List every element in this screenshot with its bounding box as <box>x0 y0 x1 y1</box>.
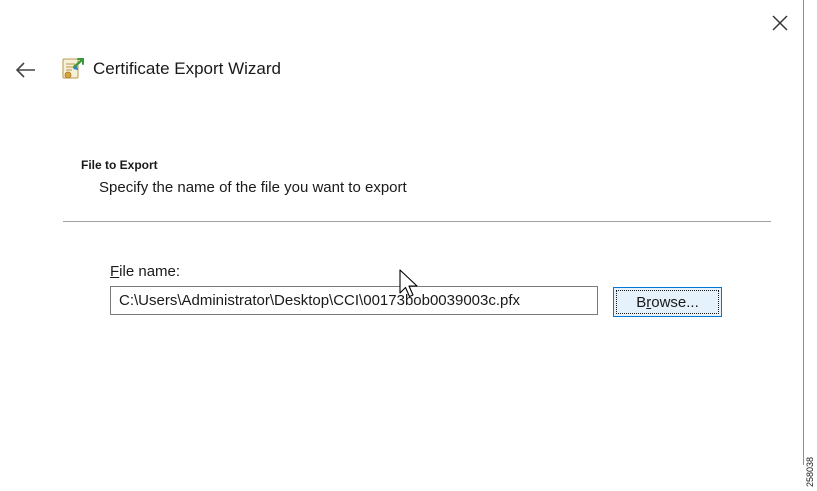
file-name-label: File name: <box>110 263 180 280</box>
certificate-wizard-icon <box>61 55 85 81</box>
certificate-export-wizard-dialog: Certificate Export Wizard File to Export… <box>0 0 803 491</box>
file-name-label-mnemonic: F <box>110 263 120 280</box>
browse-label-start: B <box>636 293 647 311</box>
window-right-border <box>803 0 804 465</box>
close-icon <box>772 15 788 31</box>
back-arrow-icon <box>15 62 35 78</box>
file-name-input[interactable] <box>110 286 598 315</box>
file-name-label-text: ile name: <box>119 263 181 280</box>
close-button[interactable] <box>765 8 795 38</box>
figure-number: 258038 <box>804 454 816 490</box>
section-heading: File to Export <box>81 158 158 172</box>
wizard-title: Certificate Export Wizard <box>93 59 281 78</box>
browse-button[interactable]: Br owse... <box>613 287 722 317</box>
section-description: Specify the name of the file you want to… <box>99 179 407 196</box>
back-button[interactable] <box>14 60 38 80</box>
browse-label-end: owse... <box>651 293 699 311</box>
figure-number-text: 258038 <box>805 456 815 488</box>
browse-button-focus-rect: Br owse... <box>616 290 719 314</box>
header-separator <box>63 221 771 222</box>
